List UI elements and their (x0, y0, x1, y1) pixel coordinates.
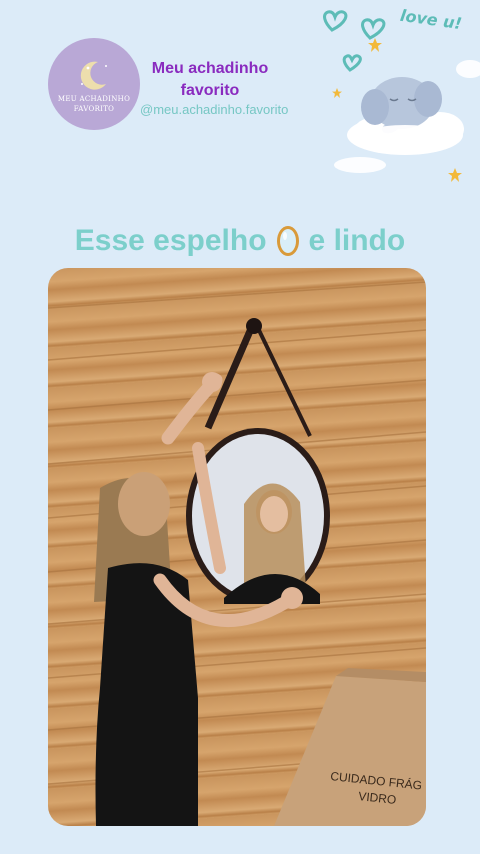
header: MEU ACHADINHO FAVORITO Meu achadinho fav… (0, 0, 480, 220)
product-photo[interactable]: CUIDADO FRÁG VIDRO (48, 268, 426, 826)
star-icon (368, 38, 382, 52)
photo-scene: CUIDADO FRÁG VIDRO (48, 281, 426, 826)
profile-handle[interactable]: @meu.achadinho.favorito (140, 102, 288, 117)
cardboard-box: CUIDADO FRÁG VIDRO (274, 668, 426, 826)
title-text-before: Esse espelho (74, 224, 267, 257)
mirror-strap (204, 318, 312, 437)
brand-logo[interactable]: MEU ACHADINHO FAVORITO (48, 38, 140, 130)
mirror-icon (276, 226, 299, 256)
moon-icon (80, 61, 107, 90)
brand-name-line2: favorito (180, 82, 240, 99)
logo-text-line2: FAVORITO (73, 105, 115, 113)
logo-text-line1: MEU ACHADINHO (57, 95, 131, 103)
round-mirror (186, 428, 330, 604)
elephant-cloud-illustration (334, 60, 480, 173)
title-text-after: e lindo (308, 224, 406, 257)
post-title: Esse espelho e lindo (0, 224, 480, 258)
brand-name-line1: Meu achadinho (151, 60, 269, 77)
love-text: love u! (398, 5, 464, 34)
brand-name[interactable]: Meu achadinho favorito (140, 58, 280, 102)
